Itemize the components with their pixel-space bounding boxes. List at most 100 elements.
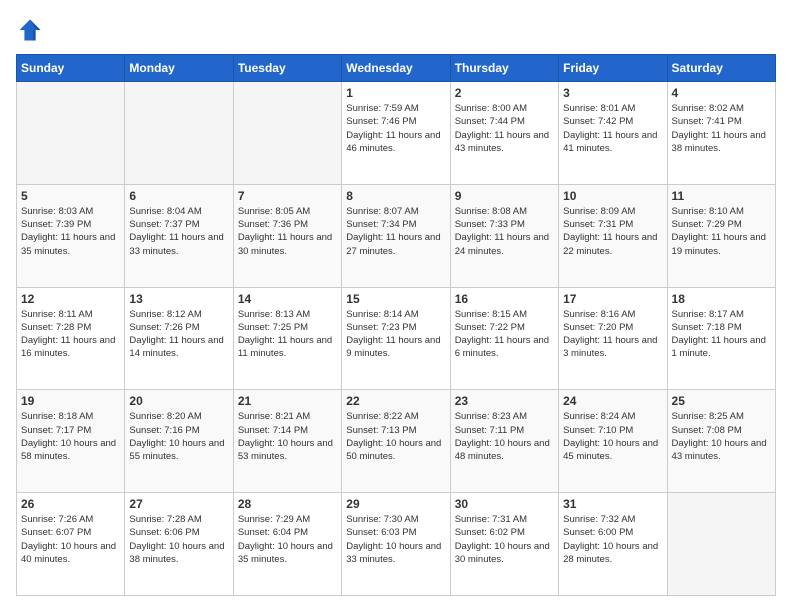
day-info: Sunrise: 7:29 AM Sunset: 6:04 PM Dayligh…	[238, 513, 337, 566]
day-number: 15	[346, 292, 445, 306]
day-info: Sunrise: 8:18 AM Sunset: 7:17 PM Dayligh…	[21, 410, 120, 463]
weekday-header-thursday: Thursday	[450, 55, 558, 82]
day-number: 27	[129, 497, 228, 511]
day-info: Sunrise: 8:07 AM Sunset: 7:34 PM Dayligh…	[346, 205, 445, 258]
day-info: Sunrise: 7:32 AM Sunset: 6:00 PM Dayligh…	[563, 513, 662, 566]
day-number: 5	[21, 189, 120, 203]
day-number: 11	[672, 189, 771, 203]
calendar-cell: 3 Sunrise: 8:01 AM Sunset: 7:42 PM Daylig…	[559, 82, 667, 185]
day-info: Sunrise: 8:23 AM Sunset: 7:11 PM Dayligh…	[455, 410, 554, 463]
calendar-week-row: 5 Sunrise: 8:03 AM Sunset: 7:39 PM Daylig…	[17, 184, 776, 287]
calendar-cell: 22 Sunrise: 8:22 AM Sunset: 7:13 PM Dayli…	[342, 390, 450, 493]
calendar-cell: 26 Sunrise: 7:26 AM Sunset: 6:07 PM Dayli…	[17, 493, 125, 596]
day-info: Sunrise: 8:24 AM Sunset: 7:10 PM Dayligh…	[563, 410, 662, 463]
day-number: 21	[238, 394, 337, 408]
day-number: 18	[672, 292, 771, 306]
day-info: Sunrise: 8:05 AM Sunset: 7:36 PM Dayligh…	[238, 205, 337, 258]
calendar-cell: 4 Sunrise: 8:02 AM Sunset: 7:41 PM Daylig…	[667, 82, 775, 185]
day-number: 23	[455, 394, 554, 408]
day-number: 28	[238, 497, 337, 511]
day-info: Sunrise: 8:02 AM Sunset: 7:41 PM Dayligh…	[672, 102, 771, 155]
weekday-header-monday: Monday	[125, 55, 233, 82]
calendar-cell: 23 Sunrise: 8:23 AM Sunset: 7:11 PM Dayli…	[450, 390, 558, 493]
calendar-cell: 16 Sunrise: 8:15 AM Sunset: 7:22 PM Dayli…	[450, 287, 558, 390]
day-number: 4	[672, 86, 771, 100]
day-number: 2	[455, 86, 554, 100]
calendar-cell: 10 Sunrise: 8:09 AM Sunset: 7:31 PM Dayli…	[559, 184, 667, 287]
calendar-week-row: 1 Sunrise: 7:59 AM Sunset: 7:46 PM Daylig…	[17, 82, 776, 185]
calendar-cell: 1 Sunrise: 7:59 AM Sunset: 7:46 PM Daylig…	[342, 82, 450, 185]
calendar-cell: 11 Sunrise: 8:10 AM Sunset: 7:29 PM Dayli…	[667, 184, 775, 287]
calendar-cell: 30 Sunrise: 7:31 AM Sunset: 6:02 PM Dayli…	[450, 493, 558, 596]
day-number: 26	[21, 497, 120, 511]
calendar-week-row: 26 Sunrise: 7:26 AM Sunset: 6:07 PM Dayli…	[17, 493, 776, 596]
calendar-cell: 20Sunrise: 8:20 AM Sunset: 7:16 PM Dayli…	[125, 390, 233, 493]
calendar-cell: 27Sunrise: 7:28 AM Sunset: 6:06 PM Dayli…	[125, 493, 233, 596]
day-info: Sunrise: 8:00 AM Sunset: 7:44 PM Dayligh…	[455, 102, 554, 155]
calendar-cell: 8 Sunrise: 8:07 AM Sunset: 7:34 PM Daylig…	[342, 184, 450, 287]
day-number: 24	[563, 394, 662, 408]
day-number: 6	[129, 189, 228, 203]
day-number: 29	[346, 497, 445, 511]
weekday-header-row: SundayMondayTuesdayWednesdayThursdayFrid…	[17, 55, 776, 82]
day-info: Sunrise: 8:11 AM Sunset: 7:28 PM Dayligh…	[21, 308, 120, 361]
day-info: Sunrise: 7:59 AM Sunset: 7:46 PM Dayligh…	[346, 102, 445, 155]
calendar-cell: 28 Sunrise: 7:29 AM Sunset: 6:04 PM Dayli…	[233, 493, 341, 596]
calendar-cell: 13 Sunrise: 8:12 AM Sunset: 7:26 PM Dayli…	[125, 287, 233, 390]
day-info: Sunrise: 8:12 AM Sunset: 7:26 PM Dayligh…	[129, 308, 228, 361]
calendar-cell: 5 Sunrise: 8:03 AM Sunset: 7:39 PM Daylig…	[17, 184, 125, 287]
day-number: 10	[563, 189, 662, 203]
day-number: 19	[21, 394, 120, 408]
day-number: 25	[672, 394, 771, 408]
calendar-cell: 18 Sunrise: 8:17 AM Sunset: 7:18 PM Dayli…	[667, 287, 775, 390]
calendar-cell	[125, 82, 233, 185]
logo-icon	[16, 16, 44, 44]
day-info: Sunrise: 8:25 AM Sunset: 7:08 PM Dayligh…	[672, 410, 771, 463]
day-number: 12	[21, 292, 120, 306]
day-info: Sunrise: 8:22 AM Sunset: 7:13 PM Dayligh…	[346, 410, 445, 463]
day-number: 14	[238, 292, 337, 306]
day-number: 30	[455, 497, 554, 511]
calendar-cell: 7Sunrise: 8:05 AM Sunset: 7:36 PM Daylig…	[233, 184, 341, 287]
day-number: 16	[455, 292, 554, 306]
day-info: Sunrise: 7:26 AM Sunset: 6:07 PM Dayligh…	[21, 513, 120, 566]
day-info: Sunrise: 8:16 AM Sunset: 7:20 PM Dayligh…	[563, 308, 662, 361]
day-info: Sunrise: 8:08 AM Sunset: 7:33 PM Dayligh…	[455, 205, 554, 258]
calendar-cell: 14 Sunrise: 8:13 AM Sunset: 7:25 PM Dayli…	[233, 287, 341, 390]
day-number: 1	[346, 86, 445, 100]
calendar-cell: 2 Sunrise: 8:00 AM Sunset: 7:44 PM Daylig…	[450, 82, 558, 185]
day-number: 13	[129, 292, 228, 306]
calendar-cell: 12 Sunrise: 8:11 AM Sunset: 7:28 PM Dayli…	[17, 287, 125, 390]
day-number: 22	[346, 394, 445, 408]
calendar-cell: 9 Sunrise: 8:08 AM Sunset: 7:33 PM Daylig…	[450, 184, 558, 287]
day-info: Sunrise: 8:10 AM Sunset: 7:29 PM Dayligh…	[672, 205, 771, 258]
day-info: Sunrise: 8:13 AM Sunset: 7:25 PM Dayligh…	[238, 308, 337, 361]
day-number: 9	[455, 189, 554, 203]
day-number: 31	[563, 497, 662, 511]
weekday-header-tuesday: Tuesday	[233, 55, 341, 82]
day-number: 3	[563, 86, 662, 100]
day-info: Sunrise: 8:15 AM Sunset: 7:22 PM Dayligh…	[455, 308, 554, 361]
calendar-cell: 25 Sunrise: 8:25 AM Sunset: 7:08 PM Dayli…	[667, 390, 775, 493]
day-number: 8	[346, 189, 445, 203]
day-info: Sunrise: 8:09 AM Sunset: 7:31 PM Dayligh…	[563, 205, 662, 258]
day-info: Sunrise: 8:14 AM Sunset: 7:23 PM Dayligh…	[346, 308, 445, 361]
day-info: Sunrise: 8:17 AM Sunset: 7:18 PM Dayligh…	[672, 308, 771, 361]
calendar-cell: 17 Sunrise: 8:16 AM Sunset: 7:20 PM Dayli…	[559, 287, 667, 390]
weekday-header-saturday: Saturday	[667, 55, 775, 82]
day-info: Sunrise: 8:04 AM Sunset: 7:37 PM Dayligh…	[129, 205, 228, 258]
day-info: Sunrise: 7:31 AM Sunset: 6:02 PM Dayligh…	[455, 513, 554, 566]
day-info: Sunrise: 8:01 AM Sunset: 7:42 PM Dayligh…	[563, 102, 662, 155]
calendar-table: SundayMondayTuesdayWednesdayThursdayFrid…	[16, 54, 776, 596]
calendar-cell: 29Sunrise: 7:30 AM Sunset: 6:03 PM Dayli…	[342, 493, 450, 596]
day-info: Sunrise: 8:03 AM Sunset: 7:39 PM Dayligh…	[21, 205, 120, 258]
calendar-cell: 31 Sunrise: 7:32 AM Sunset: 6:00 PM Dayli…	[559, 493, 667, 596]
logo	[16, 16, 46, 44]
day-number: 17	[563, 292, 662, 306]
calendar-cell: 6 Sunrise: 8:04 AM Sunset: 7:37 PM Daylig…	[125, 184, 233, 287]
calendar-cell	[233, 82, 341, 185]
calendar-cell	[17, 82, 125, 185]
calendar-cell: 24 Sunrise: 8:24 AM Sunset: 7:10 PM Dayli…	[559, 390, 667, 493]
day-info: Sunrise: 8:20 AM Sunset: 7:16 PM Dayligh…	[129, 410, 228, 463]
weekday-header-wednesday: Wednesday	[342, 55, 450, 82]
